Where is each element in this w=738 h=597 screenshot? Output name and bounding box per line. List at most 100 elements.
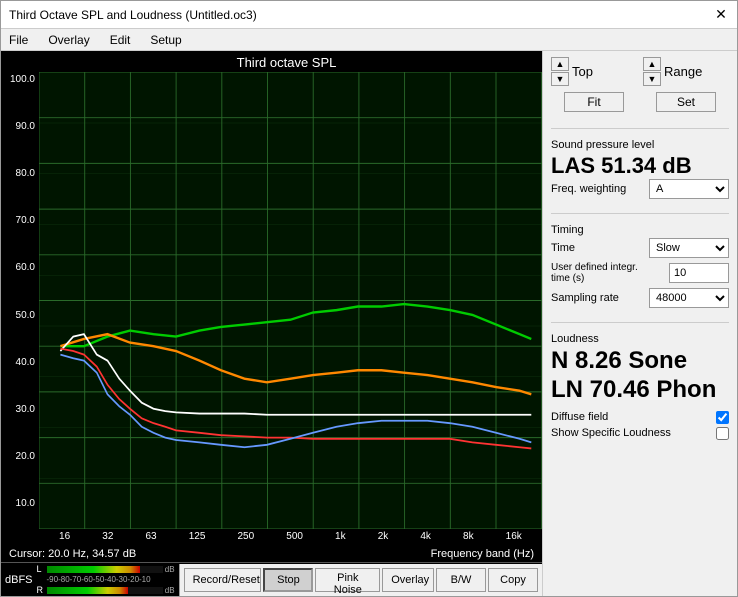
range-up-button[interactable]: ▲ — [643, 57, 661, 71]
main-content: Third octave SPL 100.0 90.0 80.0 70.0 60… — [1, 51, 737, 596]
fit-button[interactable]: Fit — [564, 92, 624, 112]
sampling-rate-select[interactable]: 44100 48000 96000 — [649, 288, 729, 308]
divider-3 — [551, 322, 729, 323]
y-label-1: 90.0 — [3, 121, 35, 132]
timing-label: Timing — [551, 224, 729, 236]
x-label-6: 1k — [335, 531, 346, 542]
x-label-3: 125 — [189, 531, 206, 542]
cursor-info-bar: Cursor: 20.0 Hz, 34.57 dB Frequency band… — [1, 546, 542, 562]
sampling-rate-label: Sampling rate — [551, 292, 619, 304]
spl-section: Sound pressure level LAS 51.34 dB Freq. … — [551, 139, 729, 203]
y-label-3: 70.0 — [3, 215, 35, 226]
record-reset-button[interactable]: Record/Reset — [184, 568, 262, 592]
loudness-n-value: N 8.26 Sone — [551, 347, 729, 376]
time-select[interactable]: Slow Fast Impulse — [649, 238, 729, 258]
title-bar: Third Octave SPL and Loudness (Untitled.… — [1, 1, 737, 29]
pink-noise-button[interactable]: Pink Noise — [315, 568, 380, 592]
x-label-1: 32 — [102, 531, 113, 542]
cursor-info: Cursor: 20.0 Hz, 34.57 dB — [9, 548, 136, 560]
spl-section-label: Sound pressure level — [551, 139, 729, 151]
r-meter-fill — [47, 587, 128, 594]
range-down-button[interactable]: ▼ — [643, 72, 661, 86]
x-label-9: 8k — [463, 531, 474, 542]
chart-title: Third octave SPL — [1, 51, 542, 72]
menu-overlay[interactable]: Overlay — [44, 32, 93, 48]
range-nav-group: ▲ ▼ Range — [643, 57, 729, 86]
y-axis: 100.0 90.0 80.0 70.0 60.0 50.0 40.0 30.0… — [1, 72, 39, 529]
menu-bar: File Overlay Edit Setup — [1, 29, 737, 51]
user-defined-input[interactable] — [669, 263, 729, 283]
l-meter-bar — [47, 566, 163, 573]
spl-value: LAS 51.34 dB — [551, 153, 729, 179]
right-panel: ▲ ▼ Top ▲ ▼ Range Fit Set — [542, 51, 737, 596]
top-nav-group: ▲ ▼ Top — [551, 57, 637, 86]
menu-setup[interactable]: Setup — [146, 32, 185, 48]
diffuse-field-row: Diffuse field — [551, 411, 729, 424]
diffuse-field-checkbox[interactable] — [716, 411, 729, 424]
y-label-9: 10.0 — [3, 498, 35, 509]
set-button[interactable]: Set — [656, 92, 716, 112]
x-label-2: 63 — [145, 531, 156, 542]
top-up-button[interactable]: ▲ — [551, 57, 569, 71]
close-button[interactable]: ✕ — [713, 7, 729, 23]
x-axis: 16 32 63 125 250 500 1k 2k 4k 8k 16k — [1, 529, 542, 546]
tick-60: -60 — [81, 575, 93, 584]
l-channel-label: L — [37, 564, 45, 574]
freq-weighting-label: Freq. weighting — [551, 183, 626, 195]
time-label: Time — [551, 242, 575, 254]
y-label-7: 30.0 — [3, 404, 35, 415]
diffuse-field-label: Diffuse field — [551, 411, 608, 423]
freq-weighting-row: Freq. weighting A C Z — [551, 179, 729, 199]
freq-weighting-select[interactable]: A C Z — [649, 179, 729, 199]
tick-80: -80 — [58, 575, 70, 584]
chart-area: Third octave SPL 100.0 90.0 80.0 70.0 60… — [1, 51, 542, 596]
top-down-button[interactable]: ▼ — [551, 72, 569, 86]
y-label-4: 60.0 — [3, 262, 35, 273]
x-labels: 16 32 63 125 250 500 1k 2k 4k 8k 16k — [39, 531, 542, 542]
show-specific-row: Show Specific Loudness — [551, 427, 729, 440]
r-meter-bar — [47, 587, 163, 594]
y-label-6: 40.0 — [3, 357, 35, 368]
menu-edit[interactable]: Edit — [106, 32, 135, 48]
x-label-8: 4k — [420, 531, 431, 542]
loudness-ln-value: LN 70.46 Phon — [551, 376, 729, 405]
x-label-4: 250 — [237, 531, 254, 542]
divider-1 — [551, 128, 729, 129]
y-label-5: 50.0 — [3, 310, 35, 321]
tick-70: -70 — [70, 575, 82, 584]
top-label: Top — [572, 64, 593, 79]
window-title: Third Octave SPL and Loudness (Untitled.… — [9, 8, 257, 22]
chart-svg — [39, 72, 542, 529]
l-dB-label: dB — [165, 565, 175, 574]
copy-button[interactable]: Copy — [488, 568, 538, 592]
overlay-button[interactable]: Overlay — [382, 568, 434, 592]
tick-50: -50 — [93, 575, 105, 584]
l-meter-fill — [47, 566, 140, 573]
chart-container: 100.0 90.0 80.0 70.0 60.0 50.0 40.0 30.0… — [1, 72, 542, 529]
bottom-bar: dBFS L dB -90 -80 — [1, 562, 542, 596]
main-window: Third Octave SPL and Loudness (Untitled.… — [0, 0, 738, 597]
tick-30: -30 — [116, 575, 128, 584]
chart-plot: ARTA — [39, 72, 542, 529]
timing-section: Timing Time Slow Fast Impulse User defin… — [551, 224, 729, 312]
set-nav-group: Set — [643, 92, 729, 112]
tick-10: -10 — [139, 575, 151, 584]
loudness-section: Loudness N 8.26 Sone LN 70.46 Phon Diffu… — [551, 333, 729, 443]
x-label-10: 16k — [506, 531, 522, 542]
r-dB-label: dB — [165, 586, 175, 595]
x-label-5: 500 — [286, 531, 303, 542]
tick-90: -90 — [47, 575, 59, 584]
time-row: Time Slow Fast Impulse — [551, 238, 729, 258]
stop-button[interactable]: Stop — [263, 568, 313, 592]
sampling-rate-row: Sampling rate 44100 48000 96000 — [551, 288, 729, 308]
bw-button[interactable]: B/W — [436, 568, 486, 592]
loudness-label: Loudness — [551, 333, 729, 345]
show-specific-checkbox[interactable] — [716, 427, 729, 440]
user-defined-row: User defined integr. time (s) — [551, 262, 729, 284]
menu-file[interactable]: File — [5, 32, 32, 48]
y-label-8: 20.0 — [3, 451, 35, 462]
dBFS-label: dBFS — [5, 574, 33, 586]
show-specific-label: Show Specific Loudness — [551, 427, 671, 439]
tick-40: -40 — [104, 575, 116, 584]
divider-2 — [551, 213, 729, 214]
